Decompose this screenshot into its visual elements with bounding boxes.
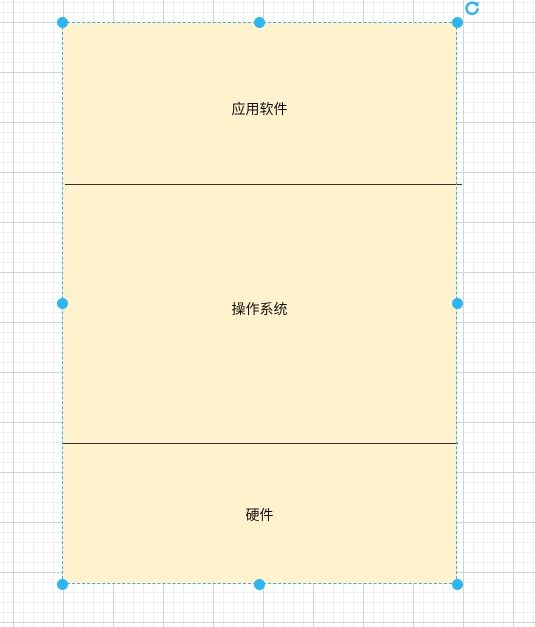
rotate-icon[interactable] [464,0,480,16]
layer-label-application-software[interactable]: 应用软件 [62,101,457,119]
resize-handle-top-right[interactable] [451,16,463,28]
divider-line-os-hw[interactable] [62,443,458,444]
divider-line-app-os[interactable] [65,184,462,185]
resize-handle-bottom[interactable] [253,578,265,590]
resize-handle-top[interactable] [253,16,265,28]
diagram-canvas[interactable]: 应用软件 操作系统 硬件 [0,0,535,627]
resize-handle-top-left[interactable] [56,16,68,28]
resize-handle-bottom-right[interactable] [451,578,463,590]
layer-label-operating-system[interactable]: 操作系统 [62,301,457,319]
resize-handle-bottom-left[interactable] [56,578,68,590]
resize-handle-right[interactable] [451,297,463,309]
layer-label-hardware[interactable]: 硬件 [62,507,457,525]
resize-handle-left[interactable] [56,297,68,309]
